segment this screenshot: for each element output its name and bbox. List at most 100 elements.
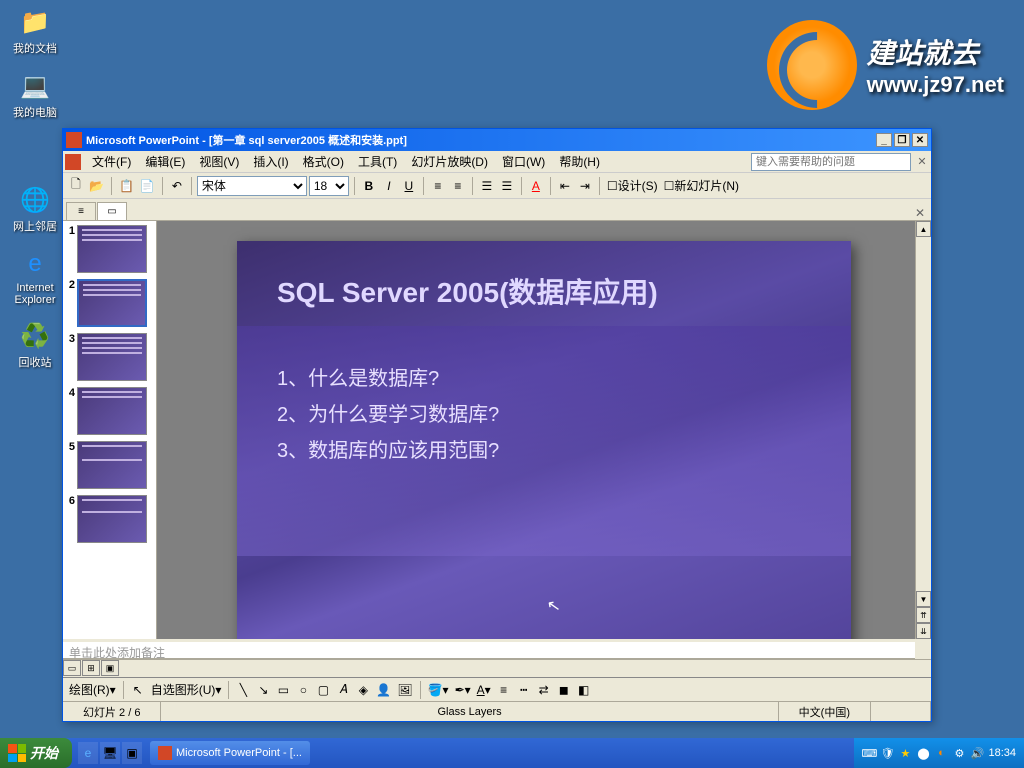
title-bar[interactable]: Microsoft PowerPoint - [第一章 sql server20… bbox=[63, 129, 931, 151]
restore-button[interactable]: ❐ bbox=[894, 133, 910, 147]
open-button[interactable]: 📂 bbox=[87, 176, 106, 196]
status-language: 中文(中国) bbox=[779, 702, 871, 721]
desktop-icon-computer[interactable]: 💻我的电脑 bbox=[10, 70, 60, 120]
paste-button[interactable]: 📄 bbox=[138, 176, 157, 196]
desktop-icon-documents[interactable]: 📁我的文档 bbox=[10, 6, 60, 56]
close-button[interactable]: ✕ bbox=[912, 133, 928, 147]
select-tool[interactable]: ↖ bbox=[129, 680, 147, 700]
normal-view-button[interactable]: ▭ bbox=[63, 660, 81, 676]
horizontal-scrollbar[interactable] bbox=[120, 659, 931, 677]
app-icon[interactable] bbox=[65, 154, 81, 170]
thumbnail-4[interactable]: 4 bbox=[65, 387, 154, 435]
tray-clock[interactable]: 18:34 bbox=[988, 747, 1016, 759]
textbox-tool[interactable]: ▢ bbox=[314, 680, 332, 700]
clipart-tool[interactable]: 👤 bbox=[374, 680, 393, 700]
taskbar-item-powerpoint[interactable]: Microsoft PowerPoint - [... bbox=[150, 741, 310, 765]
thumbnail-6[interactable]: 6 bbox=[65, 495, 154, 543]
ql-app[interactable]: ▣ bbox=[122, 742, 142, 764]
new-slide-button[interactable]: ☐ 新幻灯片(N) bbox=[662, 176, 741, 196]
underline-button[interactable]: U bbox=[400, 176, 418, 196]
slide-body[interactable]: 1、什么是数据库? 2、为什么要学习数据库? 3、数据库的应该用范围? bbox=[277, 361, 811, 469]
minimize-button[interactable]: _ bbox=[876, 133, 892, 147]
italic-button[interactable]: I bbox=[380, 176, 398, 196]
tray-icon-6[interactable]: ⚙ bbox=[952, 746, 966, 760]
line-tool[interactable]: ╲ bbox=[234, 680, 252, 700]
bold-button[interactable]: B bbox=[360, 176, 378, 196]
menu-edit[interactable]: 编辑(E) bbox=[138, 151, 192, 172]
menu-insert[interactable]: 插入(I) bbox=[246, 151, 295, 172]
scroll-up-button[interactable]: ▲ bbox=[916, 221, 931, 237]
autoshapes-menu[interactable]: 自选图形(U) ▾ bbox=[149, 680, 224, 700]
tray-icon-7[interactable]: 🔊 bbox=[970, 746, 984, 760]
menu-help[interactable]: 帮助(H) bbox=[552, 151, 607, 172]
arrow-tool[interactable]: ↘ bbox=[254, 680, 272, 700]
tray-icon-4[interactable]: ⬤ bbox=[916, 746, 930, 760]
tab-slides[interactable]: ▭ bbox=[97, 202, 127, 220]
rectangle-tool[interactable]: ▭ bbox=[274, 680, 292, 700]
font-color-button[interactable]: A bbox=[527, 176, 545, 196]
undo-button[interactable]: ↶ bbox=[168, 176, 186, 196]
font-color-button-2[interactable]: A▾ bbox=[475, 680, 493, 700]
desktop-icon-recycle[interactable]: ♻️回收站 bbox=[10, 320, 60, 370]
dash-style-button[interactable]: ┅ bbox=[515, 680, 533, 700]
slideshow-view-button[interactable]: ▣ bbox=[101, 660, 119, 676]
slide-title[interactable]: SQL Server 2005(数据库应用) bbox=[277, 271, 811, 311]
line-style-button[interactable]: ≡ bbox=[495, 680, 513, 700]
bullets-button[interactable]: ☰ bbox=[478, 176, 496, 196]
oval-tool[interactable]: ○ bbox=[294, 680, 312, 700]
draw-menu[interactable]: 绘图(R) ▾ bbox=[67, 680, 118, 700]
menu-tools[interactable]: 工具(T) bbox=[351, 151, 404, 172]
status-layout: Glass Layers bbox=[161, 702, 778, 721]
menu-format[interactable]: 格式(O) bbox=[296, 151, 351, 172]
scroll-down-button[interactable]: ▼ bbox=[916, 591, 931, 607]
desktop-icon-network[interactable]: 🌐网上邻居 bbox=[10, 184, 60, 234]
thumbnail-5[interactable]: 5 bbox=[65, 441, 154, 489]
line-color-button[interactable]: ✒▾ bbox=[453, 680, 473, 700]
help-search-input[interactable] bbox=[751, 153, 911, 171]
font-name-select[interactable]: 宋体 bbox=[197, 176, 307, 196]
slide-viewport[interactable]: SQL Server 2005(数据库应用) 1、什么是数据库? 2、为什么要学… bbox=[157, 221, 931, 639]
tray-icon-1[interactable]: ⌨ bbox=[862, 746, 876, 760]
current-slide[interactable]: SQL Server 2005(数据库应用) 1、什么是数据库? 2、为什么要学… bbox=[237, 241, 851, 639]
design-button[interactable]: ☐ 设计(S) bbox=[605, 176, 660, 196]
numbering-button[interactable]: ☰ bbox=[498, 176, 516, 196]
desktop-icon-ie[interactable]: eInternet Explorer bbox=[10, 248, 60, 306]
vertical-scrollbar[interactable]: ▲ ▼ ⇈ ⇊ bbox=[915, 221, 931, 639]
thumbnail-panel[interactable]: 1 2 3 4 5 6 bbox=[63, 221, 157, 639]
increase-indent-button[interactable]: ⇥ bbox=[576, 176, 594, 196]
next-slide-button[interactable]: ⇊ bbox=[916, 623, 931, 639]
tray-icon-5[interactable]: ◐ bbox=[934, 746, 948, 760]
new-button[interactable]: 🗋 bbox=[67, 176, 85, 196]
ql-ie[interactable]: e bbox=[78, 742, 98, 764]
watermark: 建站就去 www.jz97.net bbox=[767, 20, 1004, 110]
menu-slideshow[interactable]: 幻灯片放映(D) bbox=[404, 151, 495, 172]
tray-icon-2[interactable]: 🛡 bbox=[880, 746, 894, 760]
menu-file[interactable]: 文件(F) bbox=[85, 151, 138, 172]
diagram-tool[interactable]: ◈ bbox=[354, 680, 372, 700]
shadow-button[interactable]: ◼ bbox=[555, 680, 573, 700]
arrow-style-button[interactable]: ⇄ bbox=[535, 680, 553, 700]
sorter-view-button[interactable]: ⊞ bbox=[82, 660, 100, 676]
thumbnail-2[interactable]: 2 bbox=[65, 279, 154, 327]
menu-view[interactable]: 视图(V) bbox=[192, 151, 246, 172]
ql-desktop[interactable]: 🖥 bbox=[100, 742, 120, 764]
prev-slide-button[interactable]: ⇈ bbox=[916, 607, 931, 623]
align-left-button[interactable]: ≡ bbox=[429, 176, 447, 196]
copy-button[interactable]: 📋 bbox=[117, 176, 136, 196]
3d-button[interactable]: ◧ bbox=[575, 680, 593, 700]
tabs-close-button[interactable]: ✕ bbox=[915, 206, 925, 220]
tray-icon-3[interactable]: ★ bbox=[898, 746, 912, 760]
start-button[interactable]: 开始 bbox=[0, 738, 72, 768]
tab-outline[interactable]: ≡ bbox=[66, 202, 96, 220]
fill-color-button[interactable]: 🪣▾ bbox=[426, 680, 451, 700]
mdi-close-button[interactable]: ✕ bbox=[915, 155, 929, 169]
picture-tool[interactable]: 🖼 bbox=[395, 680, 414, 700]
thumbnail-1[interactable]: 1 bbox=[65, 225, 154, 273]
menu-window[interactable]: 窗口(W) bbox=[495, 151, 552, 172]
font-size-select[interactable]: 18 bbox=[309, 176, 349, 196]
decrease-indent-button[interactable]: ⇤ bbox=[556, 176, 574, 196]
thumbnail-3[interactable]: 3 bbox=[65, 333, 154, 381]
notes-pane[interactable]: 单击此处添加备注 bbox=[63, 639, 915, 659]
wordart-tool[interactable]: 𝐴 bbox=[334, 680, 352, 700]
align-center-button[interactable]: ≡ bbox=[449, 176, 467, 196]
